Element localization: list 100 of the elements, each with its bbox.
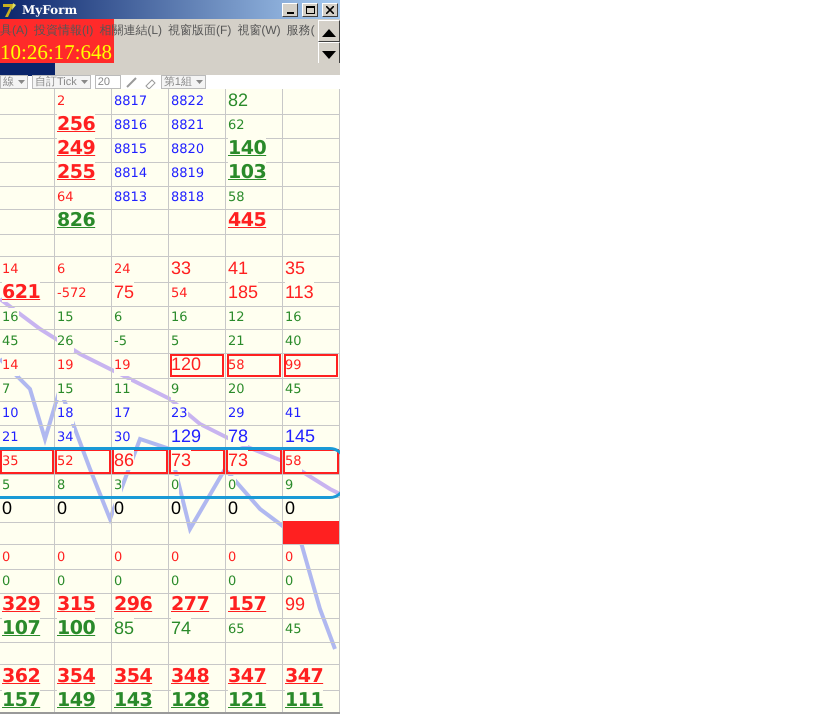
app-logo-icon — [2, 2, 18, 18]
table-cell: 16 — [0, 305, 55, 330]
minimize-icon — [286, 12, 294, 14]
table-cell: 21 — [226, 329, 283, 354]
empty-cell — [283, 641, 340, 665]
table-cell: 0 — [226, 545, 283, 570]
empty-cell — [169, 641, 226, 665]
empty-cell — [283, 161, 340, 187]
table-cell: 5 — [0, 473, 55, 498]
table-cell: 64 — [55, 185, 112, 210]
table-cell: 0 — [169, 545, 226, 570]
table-cell: 20 — [226, 377, 283, 402]
empty-cell — [112, 641, 169, 665]
table-cell: 73 — [169, 449, 226, 475]
table-cell: 9 — [169, 377, 226, 402]
scroll-up-button[interactable] — [318, 20, 340, 42]
table-cell: 15 — [55, 305, 112, 330]
table-cell: 11 — [112, 377, 169, 402]
toolbar-strip — [0, 63, 55, 76]
table-cell: 18 — [55, 401, 112, 426]
minimize-button[interactable] — [282, 2, 298, 16]
table-cell: 65 — [226, 617, 283, 643]
table-cell: 6 — [112, 305, 169, 330]
table-cell: 0 — [226, 497, 283, 523]
menu-item[interactable]: 視窗(W) — [237, 21, 281, 39]
maximize-icon — [306, 6, 314, 14]
table-cell: 113 — [283, 281, 340, 307]
menu-item[interactable]: 視窗版面(F) — [168, 21, 232, 39]
table-cell: 58 — [226, 185, 283, 210]
empty-cell — [55, 521, 112, 545]
table-cell: 826 — [55, 209, 112, 235]
menu-item[interactable]: 具(A) — [0, 21, 28, 39]
table-cell: 8818 — [169, 185, 226, 210]
maximize-button[interactable] — [302, 2, 318, 16]
table-cell: 14 — [0, 353, 55, 379]
menu-item[interactable]: 服務( — [286, 21, 315, 39]
table-cell: 8820 — [169, 137, 226, 163]
table-cell: 121 — [226, 689, 283, 712]
table-cell: 9 — [283, 473, 340, 498]
table-cell: 0 — [55, 545, 112, 570]
table-cell: 10 — [0, 401, 55, 426]
empty-cell — [0, 209, 55, 235]
table-cell: 26 — [55, 329, 112, 354]
close-icon — [326, 6, 334, 14]
table-cell: 85 — [112, 617, 169, 643]
table-cell: 111 — [283, 689, 340, 712]
caret-icon — [18, 80, 25, 84]
empty-cell — [112, 209, 169, 235]
table-cell: 0 — [283, 545, 340, 570]
table-cell: 8814 — [112, 161, 169, 187]
empty-cell — [283, 233, 340, 257]
empty-cell — [226, 233, 283, 257]
empty-cell — [226, 641, 283, 665]
table-cell: 40 — [283, 329, 340, 354]
table-cell: 107 — [0, 617, 55, 643]
number-field[interactable]: 20 — [94, 75, 121, 89]
table-cell: 82 — [226, 89, 283, 115]
dropdown[interactable]: 自訂Tick — [32, 75, 91, 89]
table-cell: 73 — [226, 449, 283, 475]
table-cell: 185 — [226, 281, 283, 307]
table-cell: 103 — [226, 161, 283, 187]
caret-icon — [80, 80, 88, 84]
menu-item[interactable]: 投資情報(I) — [34, 21, 94, 39]
table-cell: 86 — [112, 449, 169, 475]
table-cell: 0 — [226, 473, 283, 498]
empty-cell — [0, 521, 55, 545]
table-cell: 17 — [112, 401, 169, 426]
scroll-down-button[interactable] — [318, 42, 340, 64]
table-cell: 7 — [0, 377, 55, 402]
table-cell: 45 — [0, 329, 55, 354]
empty-cell — [283, 137, 340, 163]
window-title: MyForm — [22, 2, 78, 18]
table-cell: 296 — [112, 593, 169, 619]
clock-time: 10:26:17:648 — [0, 41, 112, 63]
table-cell: 255 — [55, 161, 112, 187]
table-cell: 74 — [169, 617, 226, 643]
table-cell: 19 — [112, 353, 169, 379]
table-cell: 143 — [112, 689, 169, 712]
empty-cell — [112, 233, 169, 257]
table-cell: 19 — [55, 353, 112, 379]
table-cell: 29 — [226, 401, 283, 426]
up-arrow-icon — [322, 28, 336, 37]
table-cell: 0 — [112, 545, 169, 570]
table-cell: 45 — [283, 377, 340, 402]
close-button[interactable] — [322, 2, 338, 16]
table-cell: 45 — [283, 617, 340, 643]
empty-cell — [0, 89, 55, 115]
table-cell: 35 — [0, 449, 55, 475]
pen-icon[interactable] — [124, 75, 139, 89]
empty-cell — [0, 161, 55, 187]
caret-icon — [196, 80, 203, 84]
table-cell: 58 — [226, 353, 283, 379]
dropdown[interactable]: 第1組 — [160, 75, 206, 89]
table-cell: 16 — [283, 305, 340, 330]
table-cell: 149 — [55, 689, 112, 712]
table-cell: 0 — [112, 497, 169, 523]
empty-cell — [283, 89, 340, 115]
dropdown[interactable]: 線 — [0, 75, 28, 89]
table-cell: 129 — [169, 425, 226, 451]
table-cell: 0 — [169, 473, 226, 498]
